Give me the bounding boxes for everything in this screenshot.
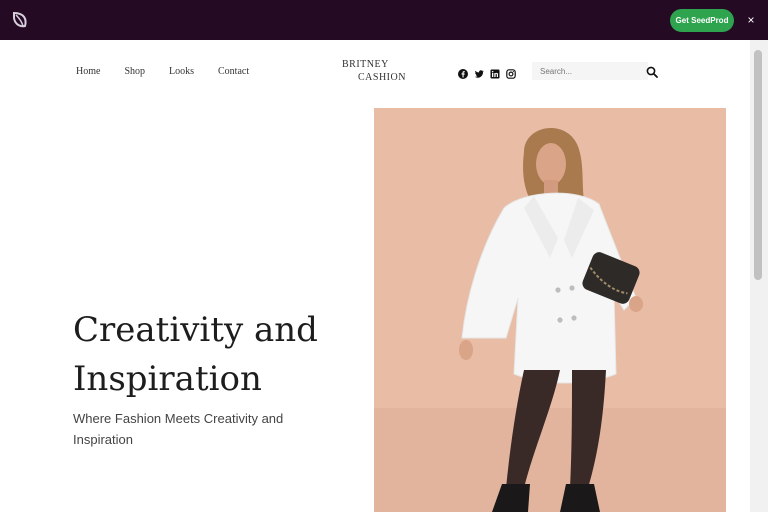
- model-photo-illustration: [374, 108, 726, 512]
- page-scrollbar[interactable]: [750, 40, 768, 512]
- get-seedprod-button[interactable]: Get SeedProd: [670, 9, 734, 32]
- brand-logo[interactable]: BRITNEY CASHION: [342, 58, 422, 84]
- search-input[interactable]: [532, 62, 648, 80]
- nav-item-shop[interactable]: Shop: [124, 66, 145, 77]
- social-links: [458, 66, 516, 79]
- landing-page: Home Shop Looks Contact BRITNEY CASHION …: [0, 40, 750, 512]
- brand-line-2: CASHION: [358, 72, 406, 83]
- scrollbar-thumb[interactable]: [754, 50, 762, 280]
- nav-item-contact[interactable]: Contact: [218, 66, 249, 77]
- brand-line-1: BRITNEY: [342, 59, 389, 70]
- hero-title: Creativity and Inspiration: [73, 310, 318, 399]
- seedprod-leaf-icon[interactable]: [10, 10, 30, 30]
- linkedin-icon[interactable]: [490, 66, 500, 79]
- hero-subtitle: Where Fashion Meets Creativity and Inspi…: [73, 411, 284, 447]
- hero-image: [374, 108, 726, 512]
- facebook-icon[interactable]: [458, 66, 468, 79]
- nav-item-looks[interactable]: Looks: [169, 66, 194, 77]
- main-nav: Home Shop Looks Contact: [76, 66, 249, 77]
- instagram-icon[interactable]: [506, 66, 516, 79]
- search-icon[interactable]: [646, 66, 658, 78]
- close-icon[interactable]: ×: [744, 12, 758, 28]
- nav-item-home[interactable]: Home: [76, 66, 100, 77]
- twitter-icon[interactable]: [474, 66, 484, 78]
- seedprod-top-bar: Get SeedProd ×: [0, 0, 768, 40]
